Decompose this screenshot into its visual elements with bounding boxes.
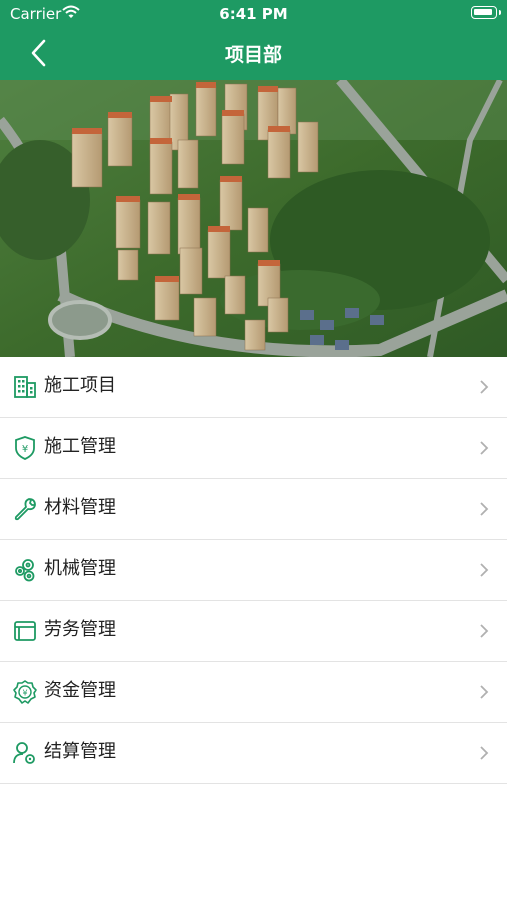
menu-item-label: 资金管理	[44, 680, 116, 701]
chevron-right-icon	[480, 746, 489, 760]
user-gear-icon	[13, 742, 35, 764]
chevron-right-icon	[480, 685, 489, 699]
shield-yen-icon: ¥	[15, 436, 35, 460]
nav-bar: Carrier 6:41 PM 项目部	[0, 0, 507, 80]
building-icon	[14, 376, 36, 398]
menu-item-label: 结算管理	[44, 741, 116, 762]
chevron-right-icon	[480, 502, 489, 516]
chevron-right-icon	[480, 624, 489, 638]
menu-item-funds-management[interactable]: ¥ 资金管理	[0, 662, 507, 723]
chevron-right-icon	[480, 441, 489, 455]
banner-image	[0, 80, 507, 357]
status-bar: Carrier 6:41 PM	[0, 0, 507, 28]
chevron-right-icon	[480, 563, 489, 577]
svg-text:¥: ¥	[22, 689, 27, 698]
menu-item-label: 机械管理	[44, 558, 116, 579]
menu-item-settlement-management[interactable]: 结算管理	[0, 723, 507, 784]
wrench-icon	[14, 498, 36, 521]
menu-item-materials-management[interactable]: 材料管理	[0, 479, 507, 540]
page-title: 项目部	[224, 44, 282, 66]
menu-item-label: 劳务管理	[44, 619, 116, 640]
chevron-right-icon	[480, 380, 489, 394]
battery-icon	[471, 6, 501, 19]
gears-icon	[15, 559, 35, 582]
status-time: 6:41 PM	[219, 5, 288, 23]
menu-item-machinery-management[interactable]: 机械管理	[0, 540, 507, 601]
menu-item-label: 施工管理	[44, 436, 116, 457]
money-gear-icon: ¥	[13, 680, 37, 704]
banner-carousel[interactable]	[0, 80, 507, 357]
menu-item-construction-management[interactable]: ¥ 施工管理	[0, 418, 507, 479]
menu-item-label: 材料管理	[44, 497, 116, 518]
svg-text:¥: ¥	[22, 444, 28, 455]
menu-item-label: 施工项目	[44, 375, 116, 396]
menu-item-construction-projects[interactable]: 施工项目	[0, 357, 507, 418]
menu-item-labor-management[interactable]: 劳务管理	[0, 601, 507, 662]
card-icon	[14, 621, 36, 641]
module-menu: 施工项目 ¥ 施工管理 材料管理 机械管理 劳务管理 ¥ 资金管理 结算管理	[0, 357, 507, 784]
